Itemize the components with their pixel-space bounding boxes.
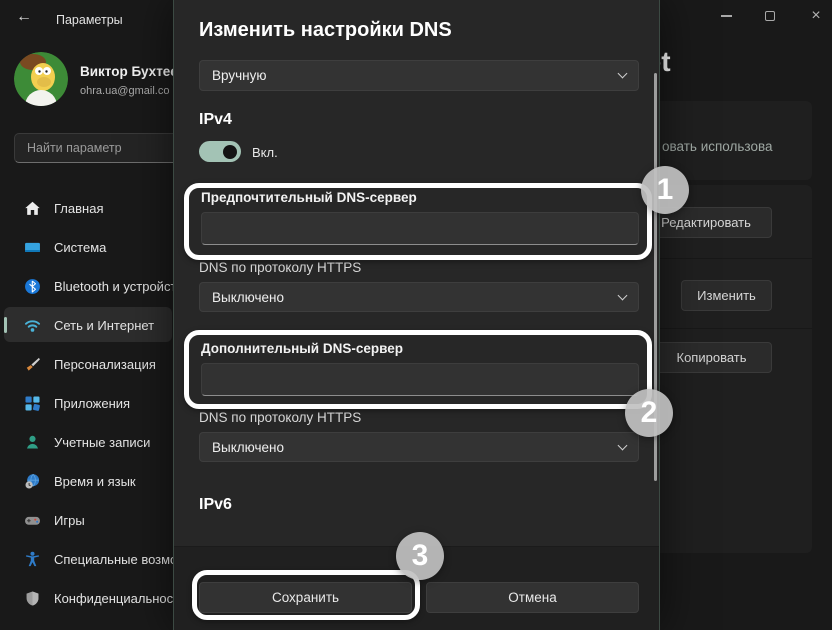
- system-icon: [24, 239, 41, 256]
- step-badge-2: 2: [625, 389, 673, 437]
- preferred-https-select[interactable]: Выключено: [199, 282, 639, 312]
- chevron-down-icon: [618, 290, 628, 300]
- sidebar-item-network[interactable]: Сеть и Интернет: [0, 307, 176, 343]
- back-button[interactable]: ←: [16, 8, 32, 26]
- ipv4-heading: IPv4: [199, 111, 232, 129]
- preferred-https-value: Выключено: [212, 290, 284, 305]
- highlight-box-step2: [184, 330, 652, 409]
- sidebar-item-accounts[interactable]: Учетные записи: [0, 424, 176, 460]
- sidebar-item-apps[interactable]: Приложения: [0, 385, 176, 421]
- sidebar-item-privacy[interactable]: Конфиденциальность и защита: [0, 580, 176, 616]
- sidebar-item-games[interactable]: Игры: [0, 502, 176, 538]
- sidebar-item-label: Система: [54, 240, 106, 255]
- sidebar-item-label: Персонализация: [54, 357, 156, 372]
- sidebar-item-partial[interactable]: [0, 619, 176, 630]
- sidebar-item-home[interactable]: Главная: [0, 190, 176, 226]
- bluetooth-icon: [24, 278, 41, 295]
- home-icon: [24, 200, 41, 217]
- sidebar-item-label: Учетные записи: [54, 435, 150, 450]
- ipv4-toggle-label: Вкл.: [252, 145, 278, 160]
- alternate-https-label: DNS по протоколу HTTPS: [199, 410, 361, 425]
- step-badge-3: 3: [396, 532, 444, 580]
- time-language-icon: [24, 473, 41, 490]
- dns-mode-value: Вручную: [212, 68, 266, 83]
- sidebar-item-label: Сеть и Интернет: [54, 318, 154, 333]
- avatar[interactable]: [14, 52, 68, 106]
- personalization-brush-icon: [24, 356, 41, 373]
- accounts-person-icon: [24, 434, 41, 451]
- chevron-down-icon: [618, 69, 628, 79]
- chevron-down-icon: [618, 440, 628, 450]
- sidebar-item-personalization[interactable]: Персонализация: [0, 346, 176, 382]
- maximize-icon: [765, 11, 775, 21]
- copy-button-background[interactable]: Копировать: [651, 342, 772, 373]
- sidebar-item-label: Bluetooth и устройства: [54, 279, 190, 294]
- dns-mode-select[interactable]: Вручную: [199, 60, 639, 91]
- dialog-title: Изменить настройки DNS: [199, 19, 452, 42]
- app-title: Параметры: [56, 13, 123, 27]
- alternate-https-value: Выключено: [212, 440, 284, 455]
- minimize-icon: [721, 15, 732, 17]
- sidebar-item-bluetooth[interactable]: Bluetooth и устройства: [0, 268, 176, 304]
- close-button[interactable]: ×: [796, 4, 832, 28]
- close-icon: ×: [811, 8, 820, 24]
- preferred-https-label: DNS по протоколу HTTPS: [199, 260, 361, 275]
- step-badge-1: 1: [641, 166, 689, 214]
- user-email: ohra.ua@gmail.co: [80, 85, 169, 97]
- minimize-button[interactable]: [706, 4, 746, 28]
- sidebar-item-label: Игры: [54, 513, 85, 528]
- ipv4-toggle[interactable]: [199, 141, 241, 162]
- change-button-background[interactable]: Изменить: [681, 280, 772, 311]
- toggle-knob: [223, 145, 237, 159]
- accessibility-icon: [24, 551, 41, 568]
- settings-window: ← Параметры × Виктор Бухтеев ohra.ua@gma…: [0, 0, 832, 630]
- user-name: Виктор Бухтеев: [80, 64, 186, 79]
- maximize-button[interactable]: [750, 4, 790, 28]
- privacy-shield-icon: [24, 590, 41, 607]
- highlight-box-step3: [192, 570, 420, 620]
- sidebar-item-accessibility[interactable]: Специальные возможности: [0, 541, 176, 577]
- highlight-box-step1: [184, 183, 652, 260]
- sidebar-item-time-language[interactable]: Время и язык: [0, 463, 176, 499]
- network-wifi-icon: [24, 317, 41, 334]
- avatar-image: [14, 52, 68, 106]
- sidebar-item-label: Время и язык: [54, 474, 136, 489]
- sidebar-item-label: Главная: [54, 201, 103, 216]
- back-arrow-icon: ←: [16, 8, 32, 25]
- games-gamepad-icon: [24, 512, 41, 529]
- alternate-https-select[interactable]: Выключено: [199, 432, 639, 462]
- apps-icon: [24, 395, 41, 412]
- sidebar-item-label: Приложения: [54, 396, 130, 411]
- sidebar-item-system[interactable]: Система: [0, 229, 176, 265]
- ipv6-heading: IPv6: [199, 496, 232, 514]
- cancel-button[interactable]: Отмена: [426, 582, 639, 613]
- settings-card-text-fragment: овать использова: [662, 139, 773, 154]
